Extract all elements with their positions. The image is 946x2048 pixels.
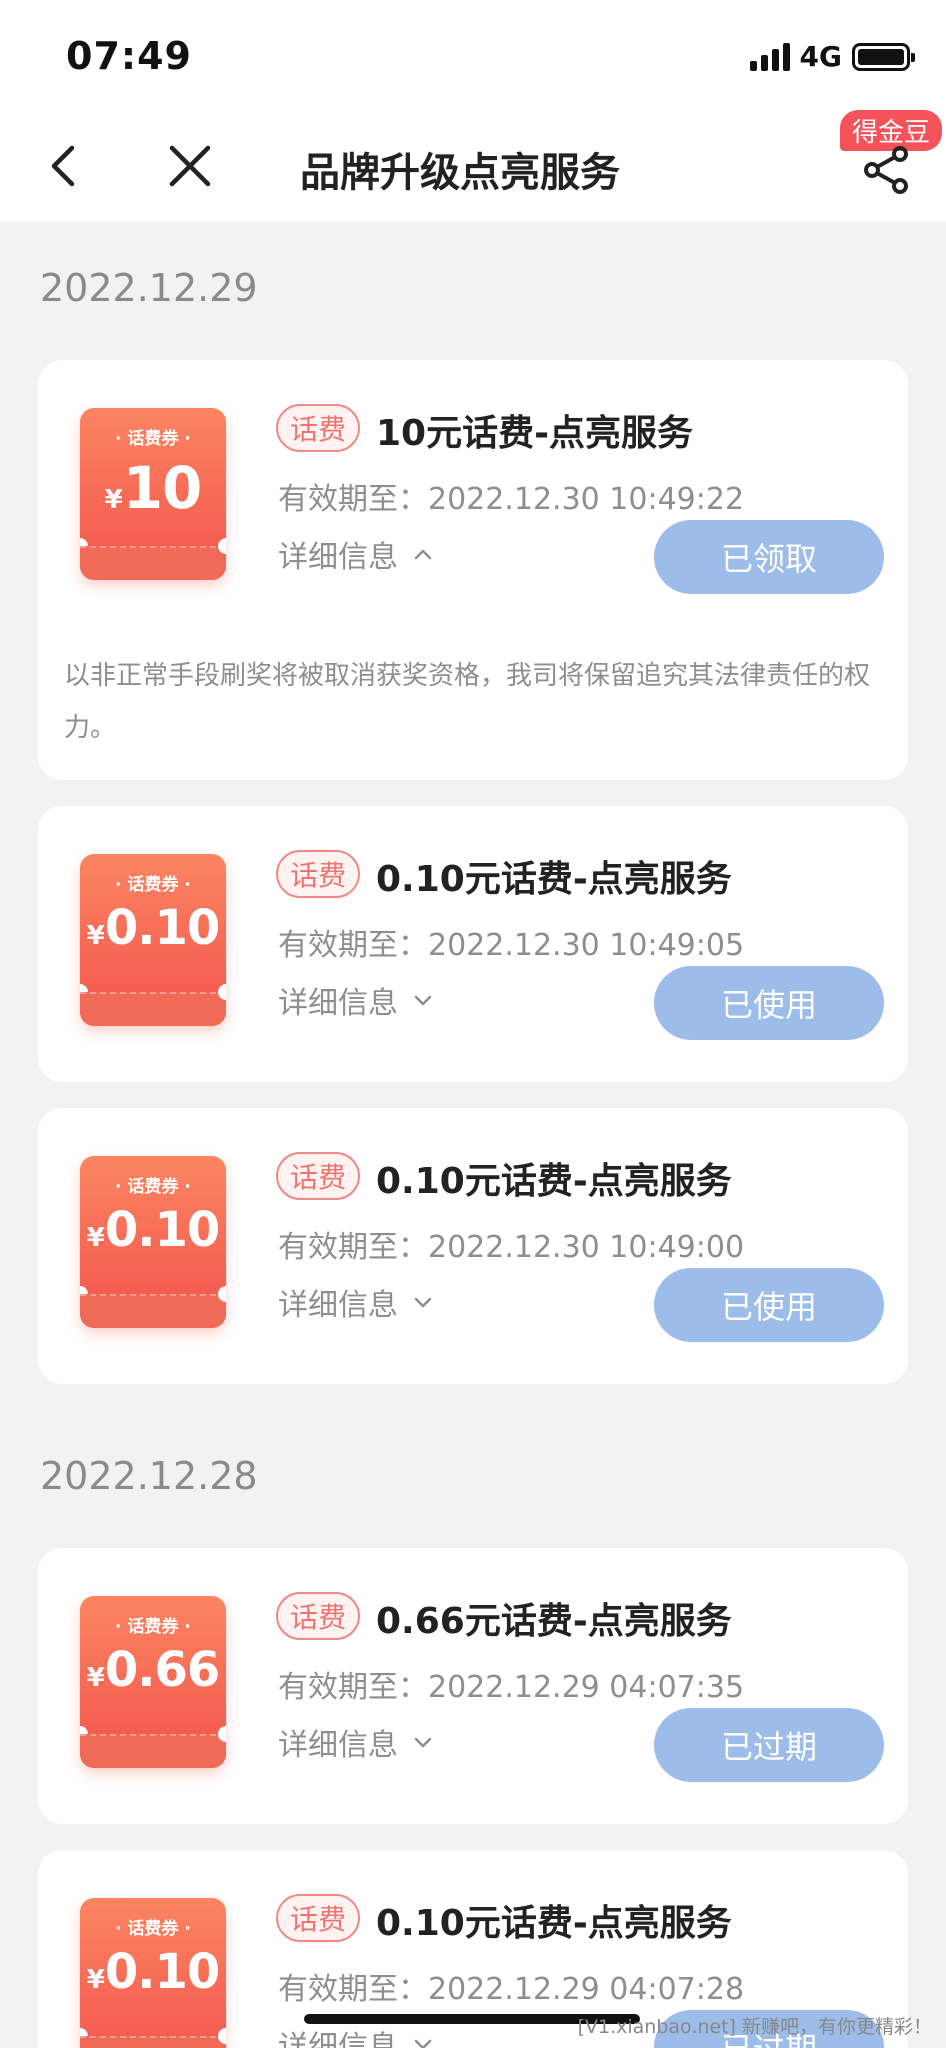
coupon-ticket: · 话费券 · ¥10 xyxy=(80,408,226,580)
category-tag: 话费 xyxy=(276,1894,361,1942)
detail-toggle[interactable]: 详细信息 xyxy=(278,1280,434,1324)
status-button[interactable]: 已使用 xyxy=(654,1268,884,1342)
detail-label: 详细信息 xyxy=(278,1288,398,1323)
detail-toggle[interactable]: 详细信息 xyxy=(278,1720,434,1764)
coupon-label: · 话费券 · xyxy=(115,1617,191,1637)
status-button[interactable]: 已使用 xyxy=(654,966,884,1040)
signal-icon xyxy=(749,42,790,71)
chevron-down-icon xyxy=(414,1297,432,1308)
chevron-down-icon xyxy=(414,2039,432,2048)
disclaimer-text: 以非正常手段刷奖将被取消获奖资格，我司将保留追究其法律责任的权力。 xyxy=(64,661,871,743)
detail-label: 详细信息 xyxy=(278,540,398,575)
coupon-card: · 话费券 · ¥0.10 话费 0.10元话费-点亮服务 有效期至：2022.… xyxy=(38,1108,908,1384)
share-icon[interactable] xyxy=(856,140,916,200)
coupon-card: · 话费券 · ¥10 话费 10元话费-点亮服务 有效期至：2022.12.3… xyxy=(38,360,908,780)
coupon-amount: ¥0.66 xyxy=(86,1642,221,1698)
detail-label: 详细信息 xyxy=(278,986,398,1021)
card-title: 10元话费-点亮服务 xyxy=(376,413,694,454)
expiry-text: 有效期至：2022.12.29 04:07:28 xyxy=(278,1972,745,2007)
watermark-text: [V1.xianbao.net] 新赚吧，有你更精彩！ xyxy=(577,2016,932,2038)
category-tag: 话费 xyxy=(276,1592,361,1640)
coupon-amount: ¥0.10 xyxy=(86,1202,221,1258)
battery-icon xyxy=(852,42,915,71)
detail-toggle[interactable]: 详细信息 xyxy=(278,532,434,576)
coupon-amount: ¥0.10 xyxy=(86,1944,221,2000)
coupon-ticket: · 话费券 · ¥0.10 xyxy=(80,1156,226,1328)
expiry-text: 有效期至：2022.12.30 10:49:05 xyxy=(278,928,745,963)
chevron-down-icon xyxy=(414,995,432,1006)
close-icon[interactable] xyxy=(160,136,220,196)
status-icons: 4G xyxy=(749,40,915,73)
category-tag: 话费 xyxy=(276,404,361,452)
coupon-label: · 话费券 · xyxy=(115,429,191,449)
coupon-ticket: · 话费券 · ¥0.10 xyxy=(80,854,226,1026)
detail-toggle[interactable]: 详细信息 xyxy=(278,2022,434,2048)
category-tag: 话费 xyxy=(276,1152,361,1200)
coupon-amount: ¥10 xyxy=(104,454,203,522)
coupon-label: · 话费券 · xyxy=(115,875,191,895)
status-bar: 07:49 4G xyxy=(0,0,946,110)
status-time: 07:49 xyxy=(66,34,192,78)
expiry-text: 有效期至：2022.12.29 04:07:35 xyxy=(278,1670,745,1705)
date-header: 2022.12.29 xyxy=(40,266,258,310)
coupon-amount: ¥0.10 xyxy=(86,900,221,956)
category-tag: 话费 xyxy=(276,850,361,898)
card-title: 0.66元话费-点亮服务 xyxy=(376,1601,732,1642)
coupon-ticket: · 话费券 · ¥0.66 xyxy=(80,1596,226,1768)
coupon-ticket: · 话费券 · ¥0.10 xyxy=(80,1898,226,2048)
nav-bar: 品牌升级点亮服务 得金豆 xyxy=(0,110,946,222)
coupon-card: · 话费券 · ¥0.10 话费 0.10元话费-点亮服务 有效期至：2022.… xyxy=(38,806,908,1082)
coupon-label: · 话费券 · xyxy=(115,1919,191,1939)
page-title: 品牌升级点亮服务 xyxy=(300,150,620,196)
card-title: 0.10元话费-点亮服务 xyxy=(376,1903,732,1944)
coupon-label: · 话费券 · xyxy=(115,1177,191,1197)
network-type: 4G xyxy=(799,40,842,73)
card-title: 0.10元话费-点亮服务 xyxy=(376,1161,732,1202)
expiry-text: 有效期至：2022.12.30 10:49:22 xyxy=(278,482,745,517)
expiry-text: 有效期至：2022.12.30 10:49:00 xyxy=(278,1230,745,1265)
detail-toggle[interactable]: 详细信息 xyxy=(278,978,434,1022)
detail-label: 详细信息 xyxy=(278,2030,398,2048)
chevron-up-icon xyxy=(414,549,432,560)
card-title: 0.10元话费-点亮服务 xyxy=(376,859,732,900)
date-header: 2022.12.28 xyxy=(40,1454,258,1498)
coupon-card: · 话费券 · ¥0.66 话费 0.66元话费-点亮服务 有效期至：2022.… xyxy=(38,1548,908,1824)
status-button[interactable]: 已过期 xyxy=(654,1708,884,1782)
detail-label: 详细信息 xyxy=(278,1728,398,1763)
chevron-down-icon xyxy=(414,1737,432,1748)
back-icon[interactable] xyxy=(36,136,96,196)
status-button[interactable]: 已领取 xyxy=(654,520,884,594)
